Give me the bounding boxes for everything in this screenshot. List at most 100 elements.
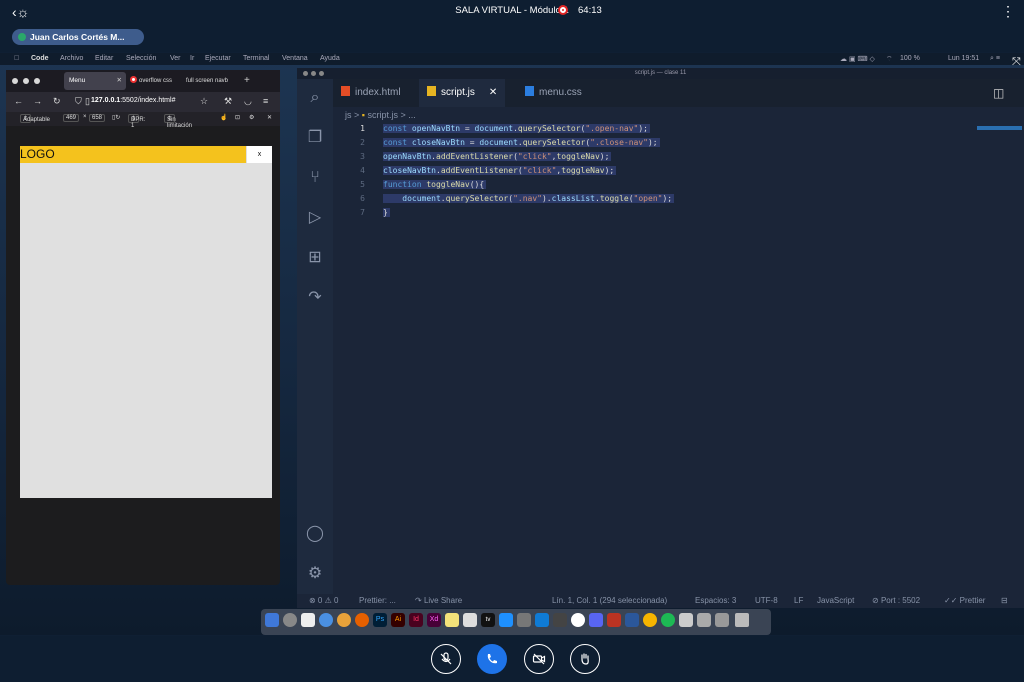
window-min-dot[interactable] — [23, 78, 29, 84]
finder-icon[interactable] — [265, 613, 279, 627]
apple-icon[interactable]:  — [14, 55, 19, 62]
hamburger-menu-icon[interactable]: ≡ — [263, 96, 268, 106]
terminal-icon[interactable] — [553, 613, 567, 627]
live-share-icon[interactable]: ↷ — [305, 288, 325, 308]
firefox-icon[interactable] — [355, 613, 369, 627]
shield-icon[interactable]: ⛉ — [75, 96, 82, 107]
vs-min-dot[interactable] — [311, 71, 316, 76]
height-input[interactable]: 658 — [89, 114, 106, 122]
phone-icon[interactable] — [477, 644, 507, 674]
calendar-icon[interactable] — [301, 613, 315, 627]
illustrator-icon[interactable]: Ai — [391, 613, 405, 627]
close-rdm-icon[interactable]: ✕ — [267, 114, 272, 121]
textedit-icon[interactable] — [463, 613, 477, 627]
tab-index-html[interactable]: index.html — [341, 79, 401, 107]
touch-icon[interactable]: ☝ — [220, 114, 227, 121]
reload-icon[interactable]: ↻ — [53, 96, 61, 107]
filezilla-icon[interactable] — [607, 613, 621, 627]
account-icon[interactable]: ◯ — [305, 524, 325, 544]
prettier-status[interactable]: ✓✓ Prettier — [944, 596, 985, 605]
menu-archivo[interactable]: Archivo — [60, 55, 83, 62]
menu-code[interactable]: Code — [31, 55, 49, 62]
dpr-select[interactable]: DPR: 1 ⇕ — [128, 114, 145, 129]
safari-icon[interactable] — [319, 613, 333, 627]
vs-max-dot[interactable] — [319, 71, 324, 76]
tools-icon[interactable]: ⚒ — [224, 96, 232, 107]
trash-icon[interactable] — [735, 613, 749, 627]
rotate-icon[interactable]: ▯↻ — [112, 114, 120, 121]
raise-hand-icon[interactable] — [570, 644, 600, 674]
throttle-select[interactable]: Sin limitación ⇕ — [164, 114, 192, 129]
folder-icon[interactable] — [697, 613, 711, 627]
search-icon[interactable]: ⌕ — [305, 88, 325, 108]
split-editor-icon[interactable]: ◫ — [993, 79, 1004, 107]
notes-icon[interactable] — [445, 613, 459, 627]
window-close-dot[interactable] — [12, 78, 18, 84]
menu-ayuda[interactable]: Ayuda — [320, 55, 340, 62]
menu-ver[interactable]: Ver — [170, 55, 181, 62]
menu-editar[interactable]: Editar — [95, 55, 113, 62]
screenshot-icon[interactable]: ⊡ — [235, 114, 240, 121]
menu-terminal[interactable]: Terminal — [243, 55, 269, 62]
notifications-icon[interactable]: ⊟ — [1001, 596, 1008, 605]
more-options-icon[interactable]: ⋮ — [1001, 3, 1015, 20]
minimap-selection[interactable] — [977, 126, 1022, 130]
language-mode[interactable]: JavaScript — [817, 596, 854, 605]
photoshop-icon[interactable]: Ps — [373, 613, 387, 627]
menu-ir[interactable]: Ir — [190, 55, 194, 62]
spotlight-icon[interactable]: ⌕ ≡ — [990, 55, 1000, 63]
back-arrow-icon[interactable]: ← — [14, 96, 23, 106]
close-nav-button[interactable]: x — [247, 146, 272, 163]
camera-off-icon[interactable] — [524, 644, 554, 674]
menu-seleccion[interactable]: Selección — [126, 55, 156, 62]
vscode-icon[interactable] — [535, 613, 549, 627]
close-tab-icon[interactable]: ✕ — [489, 87, 497, 98]
spotify-icon[interactable] — [661, 613, 675, 627]
encoding[interactable]: UTF-8 — [755, 596, 778, 605]
tab-fullscreen[interactable]: full screen navb — [186, 72, 238, 90]
device-select[interactable]: Adaptable ⇕ — [20, 114, 50, 123]
manage-gear-icon[interactable]: ⚙ — [305, 564, 325, 584]
tab-menu-css[interactable]: menu.css — [525, 79, 582, 107]
explorer-icon[interactable]: ❐ — [305, 128, 325, 148]
preview-icon[interactable] — [517, 613, 531, 627]
problems-indicator[interactable]: ⊗ 0 ⚠ 0 — [309, 596, 338, 605]
new-tab-icon[interactable]: + — [244, 72, 250, 90]
bookmark-star-icon[interactable]: ☆ — [200, 96, 208, 107]
document-icon[interactable] — [679, 613, 693, 627]
line-ending[interactable]: LF — [794, 596, 803, 605]
tab-overflow[interactable]: overflow css — [130, 72, 184, 90]
code-line[interactable]: function toggleNav(){ — [383, 180, 487, 189]
github-icon[interactable] — [571, 613, 585, 627]
chrome-icon[interactable] — [337, 613, 351, 627]
url-field[interactable]: 127.0.0.1:5502/index.html# — [91, 97, 175, 104]
appletv-icon[interactable]: tv — [481, 613, 495, 627]
window-icon[interactable] — [715, 613, 729, 627]
menu-ejecutar[interactable]: Ejecutar — [205, 55, 231, 62]
code-line[interactable]: const openNavBtn = document.querySelecto… — [383, 124, 650, 133]
indesign-icon[interactable]: Id — [409, 613, 423, 627]
code-line[interactable]: closeNavBtn.addEventListener("click",tog… — [383, 166, 617, 175]
prettier-left[interactable]: Prettier: ... — [359, 596, 396, 605]
vs-close-dot[interactable] — [303, 71, 308, 76]
code-line[interactable]: } — [383, 208, 390, 217]
menu-ventana[interactable]: Ventana — [282, 55, 308, 62]
xd-icon[interactable]: Xd — [427, 613, 441, 627]
discord-icon[interactable] — [589, 613, 603, 627]
tab-menu[interactable]: Menu ✕ — [64, 72, 126, 90]
code-line[interactable]: openNavBtn.addEventListener("click",togg… — [383, 152, 612, 161]
run-debug-icon[interactable]: ▷ — [305, 208, 325, 228]
width-input[interactable]: 469 — [63, 114, 80, 122]
port-status[interactable]: ⊘ Port : 5502 — [872, 596, 920, 605]
launchpad-icon[interactable] — [283, 613, 297, 627]
mic-off-icon[interactable] — [431, 644, 461, 674]
extensions-icon[interactable]: ⊞ — [305, 248, 325, 268]
indentation[interactable]: Espacios: 3 — [695, 596, 736, 605]
code-line[interactable]: document.querySelector(".nav").classList… — [383, 194, 675, 203]
source-control-icon[interactable]: ⑂ — [305, 168, 325, 188]
vlc-icon[interactable] — [643, 613, 657, 627]
live-share-status[interactable]: ↷ Live Share — [415, 596, 462, 605]
forward-arrow-icon[interactable]: → — [33, 96, 42, 106]
pocket-icon[interactable]: ◡ — [244, 96, 252, 107]
word-icon[interactable] — [625, 613, 639, 627]
